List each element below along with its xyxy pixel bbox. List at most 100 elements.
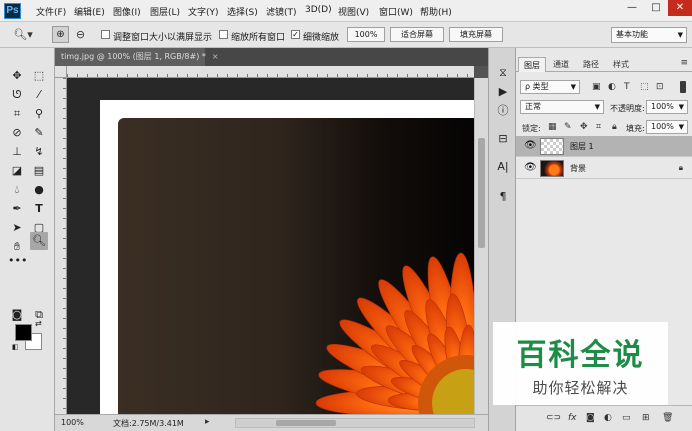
magic-wand-tool-icon[interactable]: ⁄ — [30, 86, 48, 104]
lock-transparent-pixels-icon[interactable]: ▦ — [548, 122, 557, 132]
add-layer-style-icon[interactable]: fx — [568, 413, 577, 423]
layer-row-background[interactable]: 👁︎ 背景 🔒︎ — [516, 158, 692, 179]
new-group-icon[interactable]: ▭ — [622, 413, 631, 423]
default-colors-icon[interactable]: ◧ — [12, 343, 19, 351]
add-mask-icon[interactable]: ◙ — [586, 413, 595, 423]
history-brush-tool-icon[interactable]: ↯ — [30, 143, 48, 161]
tab-paths[interactable]: 路径 — [578, 57, 604, 72]
zoom-tool-icon[interactable]: 🔍︎ — [30, 232, 48, 250]
paragraph-panel-icon[interactable]: ¶ — [494, 188, 512, 206]
status-menu-arrow-icon[interactable]: ▸ — [205, 417, 210, 427]
filter-type-icon[interactable]: T — [624, 82, 630, 92]
menu-layer[interactable]: 图层(L) — [150, 5, 180, 18]
gradient-tool-icon[interactable]: ▤ — [30, 162, 48, 180]
healing-brush-tool-icon[interactable]: ⊘ — [8, 124, 26, 142]
horizontal-scroll-thumb[interactable] — [276, 420, 336, 426]
menu-filter[interactable]: 滤镜(T) — [266, 5, 297, 18]
panel-menu-icon[interactable]: ≡ — [680, 58, 688, 68]
document-tab[interactable]: timg.jpg @ 100% (图层 1, RGB/8#) * × — [55, 48, 219, 66]
edit-toolbar-icon[interactable]: ••• — [8, 252, 27, 270]
tab-channels[interactable]: 通道 — [548, 57, 574, 72]
menu-help[interactable]: 帮助(H) — [420, 5, 452, 18]
filter-shape-icon[interactable]: ⬚ — [640, 82, 649, 92]
workspace-select[interactable]: 基本功能 ▼ — [611, 27, 687, 43]
fill-input[interactable]: 100% ▼ — [646, 120, 688, 134]
zoom-in-icon[interactable]: ⊕ — [52, 26, 69, 43]
link-layers-icon[interactable]: ⊂⊃ — [546, 413, 561, 423]
minimize-button[interactable]: — — [620, 0, 644, 16]
eye-icon[interactable]: 👁︎ — [524, 140, 537, 151]
marquee-tool-icon[interactable]: ⬚ — [30, 67, 48, 85]
layer-name[interactable]: 背景 — [570, 163, 586, 174]
layer-thumbnail — [540, 138, 564, 155]
horizontal-ruler[interactable] — [67, 66, 474, 78]
path-selection-tool-icon[interactable]: ➤ — [8, 219, 26, 237]
maximize-button[interactable]: □ — [644, 0, 668, 16]
vertical-scroll-thumb[interactable] — [478, 138, 485, 248]
zoom-out-icon[interactable]: ⊖ — [72, 26, 89, 43]
fill-screen-button[interactable]: 填充屏幕 — [449, 27, 503, 42]
brush-tool-icon[interactable]: ✎ — [30, 124, 48, 142]
tab-styles[interactable]: 样式 — [608, 57, 634, 72]
vertical-ruler[interactable] — [55, 78, 67, 414]
eyedropper-tool-icon[interactable]: ⚲ — [30, 105, 48, 123]
tab-layers[interactable]: 图层 — [518, 57, 546, 72]
layer-row-layer-1[interactable]: 👁︎ 图层 1 — [516, 136, 692, 157]
filter-pixel-icon[interactable]: ▣ — [592, 82, 601, 92]
fit-screen-button[interactable]: 适合屏幕 — [390, 27, 444, 42]
menu-file[interactable]: 文件(F) — [36, 5, 66, 18]
new-layer-icon[interactable]: ⊞ — [642, 413, 650, 423]
resize-windows-checkbox[interactable] — [101, 30, 110, 39]
info-panel-icon[interactable]: ⓘ — [494, 102, 512, 120]
filter-adjustment-icon[interactable]: ◐ — [608, 82, 616, 92]
menu-3d[interactable]: 3D(D) — [305, 5, 332, 15]
scrubby-zoom-checkbox[interactable]: ✓ — [291, 30, 300, 39]
quick-mask-icon[interactable]: ◙ — [8, 306, 26, 324]
zoom-level[interactable]: 100% — [61, 418, 84, 427]
lasso-tool-icon[interactable]: ᘎ — [8, 86, 26, 104]
menu-view[interactable]: 视图(V) — [338, 5, 369, 18]
clone-stamp-tool-icon[interactable]: ⊥ — [8, 143, 26, 161]
menu-edit[interactable]: 编辑(E) — [74, 5, 105, 18]
layer-name[interactable]: 图层 1 — [570, 141, 594, 152]
lock-all-icon[interactable]: 🔒︎ — [612, 122, 617, 132]
lock-image-pixels-icon[interactable]: ✎ — [564, 122, 572, 132]
close-tab-icon[interactable]: × — [212, 52, 219, 61]
filter-smart-object-icon[interactable]: ⊡ — [656, 82, 664, 92]
menu-type[interactable]: 文字(Y) — [188, 5, 219, 18]
document-canvas[interactable] — [67, 78, 474, 414]
zoom-all-windows-checkbox[interactable] — [219, 30, 228, 39]
layer-comps-icon[interactable]: ⊟ — [494, 130, 512, 148]
delete-layer-icon[interactable]: 🗑︎ — [662, 413, 673, 423]
layer-filter-select[interactable]: ρ 类型 ▼ — [520, 80, 580, 94]
eye-icon[interactable]: 👁︎ — [524, 162, 537, 173]
screen-mode-icon[interactable]: ⧉ — [30, 306, 48, 324]
horizontal-scrollbar[interactable] — [235, 418, 475, 428]
move-tool-icon[interactable]: ✥ — [8, 67, 26, 85]
eraser-tool-icon[interactable]: ◪ — [8, 162, 26, 180]
close-window-button[interactable]: ✕ — [668, 0, 692, 16]
zoom-100-button[interactable]: 100% — [347, 27, 385, 42]
photoshop-logo: Ps — [4, 3, 21, 19]
character-panel-icon[interactable]: A| — [494, 158, 512, 176]
menu-select[interactable]: 选择(S) — [227, 5, 258, 18]
blur-tool-icon[interactable]: 💧︎ — [8, 181, 26, 199]
lock-position-icon[interactable]: ✥ — [580, 122, 588, 132]
vertical-scrollbar[interactable] — [474, 78, 488, 414]
dodge-tool-icon[interactable]: ● — [30, 181, 48, 199]
lock-artboard-icon[interactable]: ⌗ — [596, 122, 601, 132]
foreground-color-swatch[interactable] — [15, 324, 32, 341]
history-panel-icon[interactable]: ⧖ — [494, 64, 512, 82]
actions-panel-icon[interactable]: ▶ — [494, 83, 512, 101]
blend-mode-select[interactable]: 正常 ▼ — [520, 100, 604, 114]
ruler-origin[interactable] — [55, 66, 67, 78]
opacity-input[interactable]: 100% ▼ — [646, 100, 688, 114]
type-tool-icon[interactable]: T — [30, 200, 48, 218]
menu-window[interactable]: 窗口(W) — [379, 5, 413, 18]
pen-tool-icon[interactable]: ✒ — [8, 200, 26, 218]
menu-image[interactable]: 图像(I) — [113, 5, 141, 18]
zoom-tool-preset-icon[interactable]: 🔍︎▾ — [12, 26, 34, 43]
filter-toggle-switch[interactable] — [680, 81, 686, 93]
crop-tool-icon[interactable]: ⌗ — [8, 105, 26, 123]
new-adjustment-layer-icon[interactable]: ◐ — [604, 413, 612, 423]
